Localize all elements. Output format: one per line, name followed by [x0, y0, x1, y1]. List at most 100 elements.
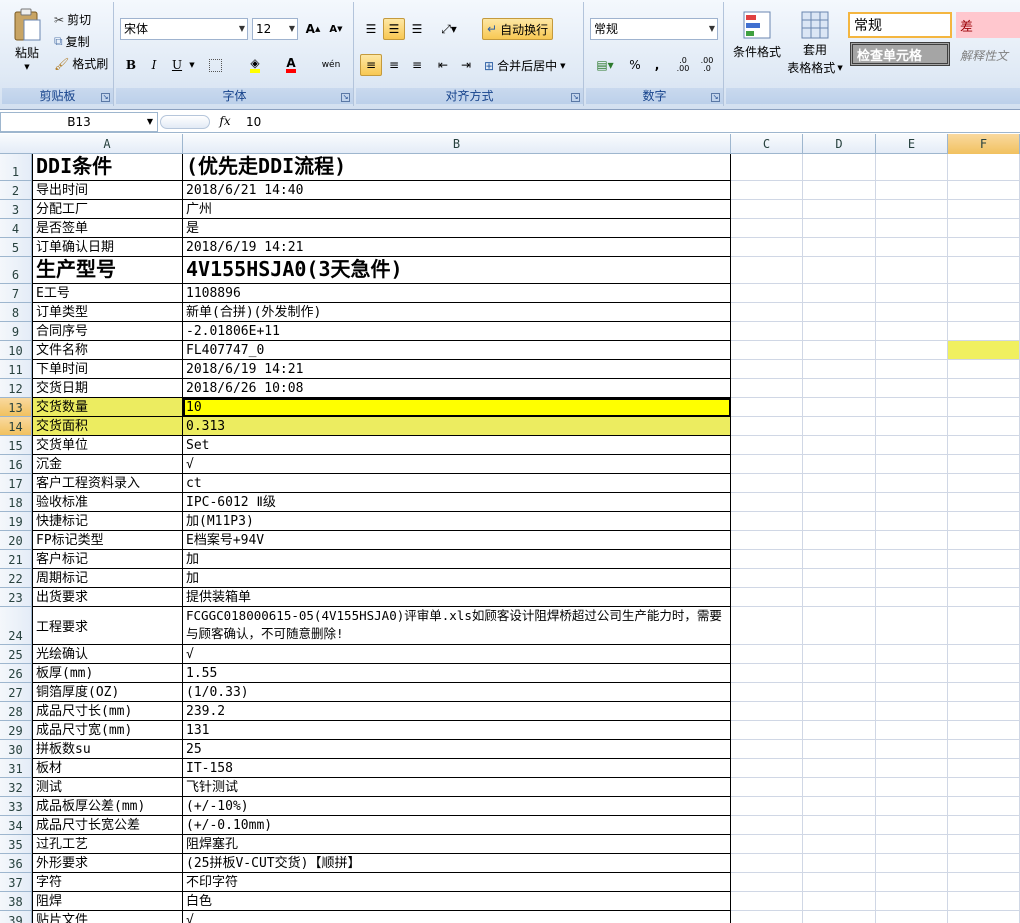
cell-a18[interactable]: 验收标准: [32, 493, 183, 512]
cell-a29[interactable]: 成品尺寸宽(mm): [32, 721, 183, 740]
row-header[interactable]: 18: [0, 493, 32, 512]
cell-d37[interactable]: [803, 873, 876, 892]
cell-d20[interactable]: [803, 531, 876, 550]
cell-e35[interactable]: [876, 835, 948, 854]
cell-a4[interactable]: 是否签单: [32, 219, 183, 238]
cell-a21[interactable]: 客户标记: [32, 550, 183, 569]
format-painter-button[interactable]: 🖌 格式刷: [54, 55, 108, 72]
cut-button[interactable]: ✂ 剪切: [54, 11, 91, 28]
cell-b34[interactable]: (+/-0.10mm): [183, 816, 731, 835]
style-explanatory[interactable]: 解释性文: [956, 44, 1020, 66]
row-header[interactable]: 39: [0, 911, 32, 923]
cell-c31[interactable]: [731, 759, 803, 778]
cell-a33[interactable]: 成品板厚公差(mm): [32, 797, 183, 816]
cell-e18[interactable]: [876, 493, 948, 512]
cell-e7[interactable]: [876, 284, 948, 303]
row-header[interactable]: 22: [0, 569, 32, 588]
underline-button[interactable]: U: [166, 54, 188, 76]
cell-f6[interactable]: [948, 257, 1020, 284]
cell-a10[interactable]: 文件名称: [32, 341, 183, 360]
cell-c4[interactable]: [731, 219, 803, 238]
row-header[interactable]: 26: [0, 664, 32, 683]
cell-e33[interactable]: [876, 797, 948, 816]
row-header[interactable]: 37: [0, 873, 32, 892]
cell-a25[interactable]: 光绘确认: [32, 645, 183, 664]
decrease-indent-button[interactable]: ⇤: [432, 54, 454, 76]
cell-b37[interactable]: 不印字符: [183, 873, 731, 892]
decrease-decimal-button[interactable]: .00 .0: [696, 54, 718, 76]
cell-c24[interactable]: [731, 607, 803, 645]
column-header-e[interactable]: E: [876, 134, 948, 154]
row-header[interactable]: 27: [0, 683, 32, 702]
cell-e6[interactable]: [876, 257, 948, 284]
cell-d33[interactable]: [803, 797, 876, 816]
cell-f29[interactable]: [948, 721, 1020, 740]
cell-a37[interactable]: 字符: [32, 873, 183, 892]
fill-color-button[interactable]: ◈: [244, 54, 266, 76]
row-header[interactable]: 1: [0, 154, 32, 181]
cell-b27[interactable]: (1/0.33): [183, 683, 731, 702]
cell-d8[interactable]: [803, 303, 876, 322]
cell-d1[interactable]: [803, 154, 876, 181]
cell-a8[interactable]: 订单类型: [32, 303, 183, 322]
cell-a16[interactable]: 沉金: [32, 455, 183, 474]
cell-c9[interactable]: [731, 322, 803, 341]
cell-d19[interactable]: [803, 512, 876, 531]
cell-b36[interactable]: (25拼板V-CUT交货)【顺拼】: [183, 854, 731, 873]
cell-b15[interactable]: Set: [183, 436, 731, 455]
cell-f7[interactable]: [948, 284, 1020, 303]
cell-f21[interactable]: [948, 550, 1020, 569]
cell-a6[interactable]: 生产型号: [32, 257, 183, 284]
percent-button[interactable]: %: [624, 54, 646, 76]
cell-f4[interactable]: [948, 219, 1020, 238]
cell-b17[interactable]: ct: [183, 474, 731, 493]
cell-d32[interactable]: [803, 778, 876, 797]
worksheet-grid[interactable]: 1 DDI条件 (优先走DDI流程) 2 导出时间 2018/6/21 14:40 3 分配工…: [0, 154, 1020, 923]
cell-d39[interactable]: [803, 911, 876, 923]
row-header[interactable]: 17: [0, 474, 32, 493]
cell-d30[interactable]: [803, 740, 876, 759]
cell-c20[interactable]: [731, 531, 803, 550]
cell-e34[interactable]: [876, 816, 948, 835]
cell-f8[interactable]: [948, 303, 1020, 322]
shrink-font-button[interactable]: A ▼: [325, 18, 347, 40]
cell-e11[interactable]: [876, 360, 948, 379]
cell-f11[interactable]: [948, 360, 1020, 379]
cell-e39[interactable]: [876, 911, 948, 923]
cell-f12[interactable]: [948, 379, 1020, 398]
cell-b19[interactable]: 加(M11P3): [183, 512, 731, 531]
row-header[interactable]: 9: [0, 322, 32, 341]
cell-b38[interactable]: 白色: [183, 892, 731, 911]
cell-d16[interactable]: [803, 455, 876, 474]
cell-f25[interactable]: [948, 645, 1020, 664]
row-header[interactable]: 29: [0, 721, 32, 740]
cell-e17[interactable]: [876, 474, 948, 493]
cell-a5[interactable]: 订单确认日期: [32, 238, 183, 257]
cell-b4[interactable]: 是: [183, 219, 731, 238]
row-header[interactable]: 6: [0, 257, 32, 284]
cell-f39[interactable]: [948, 911, 1020, 923]
cell-c23[interactable]: [731, 588, 803, 607]
cell-e32[interactable]: [876, 778, 948, 797]
cell-f13[interactable]: [948, 398, 1020, 417]
cell-b30[interactable]: 25: [183, 740, 731, 759]
cell-f1[interactable]: [948, 154, 1020, 181]
cell-a20[interactable]: FP标记类型: [32, 531, 183, 550]
formula-bar-splitter[interactable]: [160, 115, 210, 129]
cell-f23[interactable]: [948, 588, 1020, 607]
cell-f35[interactable]: [948, 835, 1020, 854]
formula-input[interactable]: 10: [240, 112, 1020, 132]
cell-e23[interactable]: [876, 588, 948, 607]
cell-d25[interactable]: [803, 645, 876, 664]
column-header-b[interactable]: B: [183, 134, 731, 154]
align-bottom-button[interactable]: ☰: [406, 18, 428, 40]
dialog-launcher-icon[interactable]: ↘: [101, 93, 110, 102]
cell-d12[interactable]: [803, 379, 876, 398]
font-name-select[interactable]: 宋体 ▼: [120, 18, 248, 40]
cell-e37[interactable]: [876, 873, 948, 892]
cell-d24[interactable]: [803, 607, 876, 645]
dialog-launcher-icon[interactable]: ↘: [341, 93, 350, 102]
cell-a19[interactable]: 快捷标记: [32, 512, 183, 531]
cell-d9[interactable]: [803, 322, 876, 341]
cell-f5[interactable]: [948, 238, 1020, 257]
